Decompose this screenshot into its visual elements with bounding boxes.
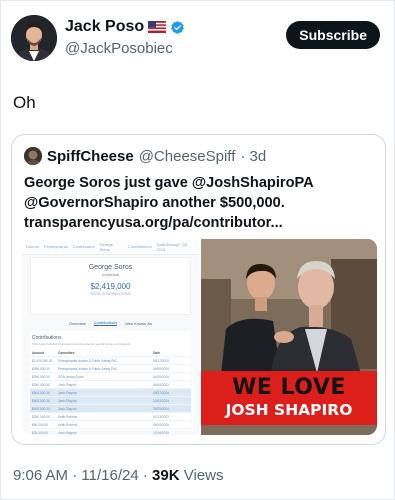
quote-text: George Soros just gave @JoshShapiroPA @G… <box>24 173 379 233</box>
table-row: $250,000.00 Josh Shapiro 04/05/2022 <box>30 381 191 389</box>
ss-profile-name: George Soros <box>88 264 133 271</box>
cell-date: 05/09/2024 <box>153 366 169 371</box>
subscribe-button[interactable]: Subscribe <box>286 21 380 49</box>
ss-contributions-table: Contributions This page includes informa… <box>30 331 191 435</box>
tweet-date[interactable]: 11/16/24 <box>81 467 138 484</box>
cell-amount: $250,000.00 <box>32 366 50 371</box>
we-love-banner: WE LOVE JOSH SHAPIRO <box>201 371 377 425</box>
cell-date: 04/05/2022 <box>153 382 169 387</box>
cell-amount: $250,000.00 <box>32 382 50 387</box>
ss-profile-type: Individual <box>102 272 119 277</box>
cell-date: 04/19/2024 <box>153 374 169 379</box>
cell-committee: Josh Shapiro <box>58 398 77 403</box>
ss-tab-aka: Also Known As <box>125 320 152 326</box>
quote-time: · 3d <box>240 147 267 165</box>
cell-amount: $250,000.00 <box>32 374 50 379</box>
cell-amount: $500,000.00 <box>32 390 50 395</box>
quote-author-handle: @CheeseSpiff <box>138 147 236 165</box>
ss-table-header: Amount Committee Date <box>30 349 191 357</box>
quote-text-line-1: George Soros just gave @JoshShapiroPA <box>24 175 314 191</box>
banner-line-2: JOSH SHAPIRO <box>225 401 353 419</box>
ss-nav-item: Donors <box>26 244 39 249</box>
author-handle[interactable]: @JackPosobiec <box>65 40 185 57</box>
cell-committee: Josh Shapiro <box>58 430 77 435</box>
author-name[interactable]: Jack Poso <box>65 18 144 36</box>
tweet-time[interactable]: 9:06 AM <box>13 467 68 484</box>
ss-nav-item: George Soros <box>99 241 113 252</box>
ss-profile-card: George Soros Individual $2,419,000 TOTAL… <box>30 257 191 315</box>
cell-committee: Pennsylvania Justice & Public Safety PAC <box>58 366 118 371</box>
quote-avatar-image <box>24 147 42 165</box>
views-label: Views <box>179 467 224 484</box>
cell-amount: $25,000.00 <box>32 430 48 435</box>
table-row: $250,000.00 Pennsylvania Justice & Public… <box>30 365 191 373</box>
ss-nav-item: Pennsylvania <box>43 244 68 249</box>
ss-total-label: TOTAL CONTRIBUTIONS <box>90 292 131 296</box>
cell-amount: $1,000,000.00 <box>32 358 53 363</box>
quote-text-link[interactable]: transparencyusa.org/pa/contributor... <box>24 213 379 233</box>
ss-total-amount: $2,419,000 <box>90 282 131 291</box>
author-avatar[interactable] <box>11 15 57 61</box>
photo-we-love-josh-shapiro[interactable]: WE LOVE JOSH SHAPIRO <box>201 239 377 435</box>
quote-author-name: SpiffCheese <box>47 147 134 165</box>
quote-author-avatar <box>24 147 42 165</box>
us-flag-icon <box>148 21 167 33</box>
table-row: $250,000.00 Keith Rothfus 07/13/2022 <box>30 413 191 421</box>
ss-nav-item: Contributions <box>128 244 152 249</box>
verified-badge-icon <box>171 20 185 34</box>
cell-amount: $500,000.00 <box>32 406 50 411</box>
meta-separator: · <box>68 467 82 484</box>
ss-col-date: Date <box>153 350 160 355</box>
cell-amount: $250,000.00 <box>32 414 50 419</box>
ss-tab-overview: Overview <box>69 320 86 326</box>
cell-committee: Josh Shapiro <box>58 382 77 387</box>
avatar-photo <box>11 15 57 61</box>
table-row: $1,000,000.00 Pennsylvania Justice & Publ… <box>30 357 191 365</box>
cell-date: 09/19/2020 <box>153 422 169 427</box>
quoted-tweet[interactable]: SpiffCheese @CheeseSpiff · 3d George Sor… <box>11 134 386 445</box>
ss-nav-right: Data through: Q3 2024 <box>156 241 188 252</box>
views-count: 39K <box>152 467 180 484</box>
cell-date: 12/18/2019 <box>153 430 169 435</box>
cell-date: 07/13/2022 <box>153 414 169 419</box>
ss-tab-contributions: Contributions <box>93 320 118 326</box>
ss-table-subtitle: This page includes information and docum… <box>32 342 131 346</box>
cell-date: 09/25/2024 <box>153 406 169 411</box>
tweet-card: Jack Poso @JackPosobiec Subscribe Oh Spi… <box>0 0 395 500</box>
quote-header: SpiffCheese @CheeseSpiff · 3d <box>24 147 266 165</box>
cell-committee: Josh Shapiro <box>58 406 77 411</box>
author-names: Jack Poso @JackPosobiec <box>65 18 185 57</box>
table-row: $50,000.00 Keith Rothfus 09/19/2020 <box>30 421 191 429</box>
cell-date: 05/17/2024 <box>153 358 169 363</box>
cell-amount: $500,000.00 <box>32 398 50 403</box>
quote-text-line-2: @GovernorShapiro another $500,000. <box>24 195 285 211</box>
tweet-header: Jack Poso @JackPosobiec Subscribe <box>11 15 384 67</box>
tweet-text: Oh <box>13 93 36 112</box>
cell-committee: Josh Shapiro <box>58 390 77 395</box>
ss-table-title: Contributions <box>32 335 62 341</box>
table-row: $250,000.00 DGA Victory Fund 04/19/2024 <box>30 373 191 381</box>
cell-amount: $50,000.00 <box>32 422 48 427</box>
cell-committee: Pennsylvania Justice & Public Safety PAC <box>58 358 118 363</box>
cell-committee: Keith Rothfus <box>58 422 78 427</box>
ss-tabs: Overview Contributions Also Known As <box>30 318 191 328</box>
ss-col-committee: Committee <box>58 350 75 355</box>
cell-date: 09/27/2024 <box>153 390 169 395</box>
table-row-highlighted: $500,000.00 Josh Shapiro 10/04/2024 <box>30 397 191 405</box>
table-row-highlighted: $500,000.00 Josh Shapiro 09/25/2024 <box>30 405 191 413</box>
tweet-meta: 9:06 AM · 11/16/24 · 39K Views <box>13 467 223 484</box>
cell-committee: Keith Rothfus <box>58 414 78 419</box>
ss-col-amount: Amount <box>32 350 45 355</box>
screenshot-nav: Donors Pennsylvania Contributors George … <box>22 239 199 255</box>
cell-committee: DGA Victory Fund <box>58 374 84 379</box>
quote-media: Donors Pennsylvania Contributors George … <box>22 239 377 435</box>
table-row-highlighted: $500,000.00 Josh Shapiro 09/27/2024 <box>30 389 191 397</box>
table-row: $25,000.00 Josh Shapiro 12/18/2019 <box>30 429 191 435</box>
meta-separator: · <box>138 467 153 484</box>
cell-date: 10/04/2024 <box>153 398 169 403</box>
ss-nav-item: Contributors <box>72 244 95 249</box>
contributions-screenshot[interactable]: Donors Pennsylvania Contributors George … <box>22 239 199 435</box>
banner-line-1: WE LOVE <box>232 375 346 400</box>
